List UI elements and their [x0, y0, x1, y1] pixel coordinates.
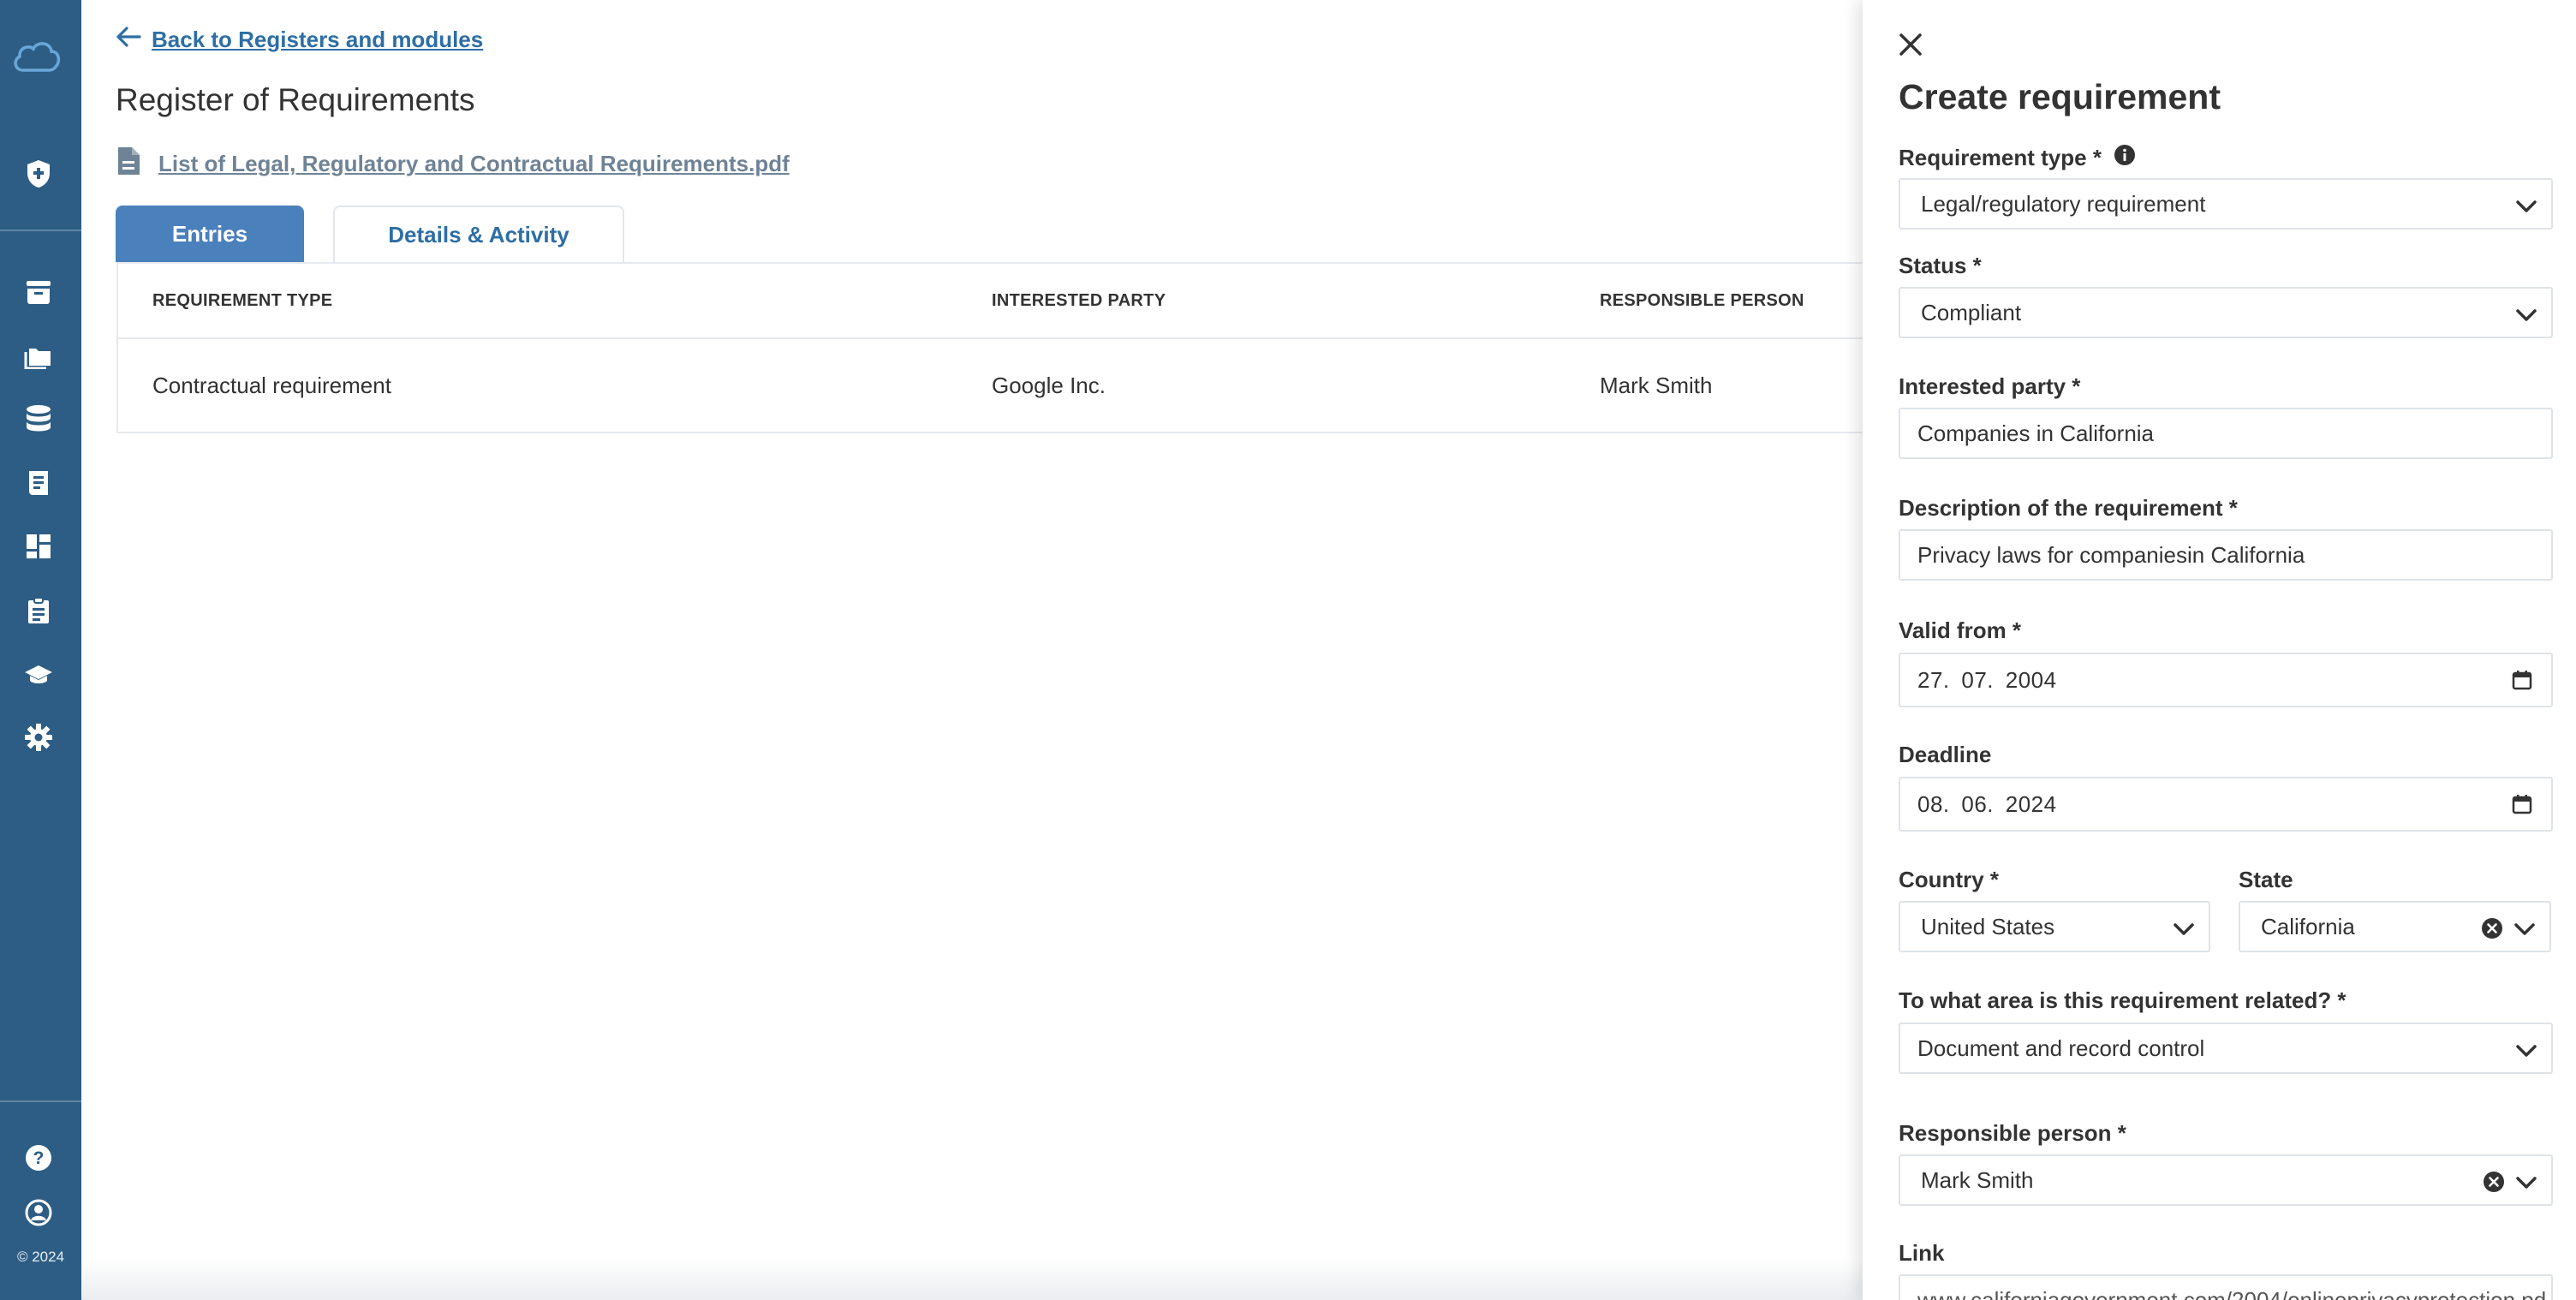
- interested-party-label: Interested party *: [1899, 373, 2081, 399]
- requirement-type-label: Requirement type *: [1899, 144, 2136, 172]
- sidebar-divider: [0, 1100, 81, 1102]
- back-link-label: Back to Registers and modules: [152, 27, 484, 52]
- calendar-icon[interactable]: [2512, 670, 2532, 690]
- clipboard-icon[interactable]: [21, 593, 57, 629]
- register-book-icon[interactable]: [21, 465, 57, 501]
- valid-from-label: Valid from *: [1899, 617, 2022, 643]
- country-value: United States: [1921, 913, 2055, 939]
- clear-icon[interactable]: [2481, 917, 2503, 939]
- chevron-down-icon: [2515, 1040, 2537, 1058]
- dashboard-icon[interactable]: [21, 528, 57, 564]
- tab-bar: Entries Details & Activity: [116, 206, 624, 262]
- area-select[interactable]: Document and record control: [1899, 1023, 2553, 1074]
- calendar-icon[interactable]: [2512, 794, 2532, 814]
- sidebar-divider: [0, 230, 81, 231]
- chevron-down-icon: [2515, 1172, 2537, 1190]
- requirement-type-select[interactable]: Legal/regulatory requirement: [1899, 178, 2553, 230]
- bottom-fade: [81, 1259, 1863, 1300]
- area-value: Document and record control: [1917, 1035, 2205, 1061]
- responsible-person-select[interactable]: Mark Smith: [1899, 1154, 2553, 1206]
- arrow-left-icon: [116, 26, 141, 54]
- chevron-down-icon: [2173, 918, 2195, 937]
- shield-icon[interactable]: [21, 156, 57, 192]
- svg-text:?: ?: [33, 1148, 45, 1168]
- back-link[interactable]: Back to Registers and modules: [116, 26, 483, 54]
- close-icon[interactable]: [1895, 29, 1926, 60]
- chevron-down-icon: [2515, 304, 2537, 323]
- folders-icon[interactable]: [21, 338, 57, 374]
- country-select[interactable]: United States: [1899, 901, 2210, 952]
- country-label: Country *: [1899, 867, 1999, 892]
- main-content: Back to Registers and modules Register o…: [81, 0, 1915, 1300]
- status-value: Compliant: [1921, 299, 2022, 325]
- help-icon[interactable]: ?: [21, 1140, 57, 1176]
- column-header-responsible-person[interactable]: RESPONSIBLE PERSON: [1600, 291, 1804, 311]
- state-value: California: [2261, 913, 2355, 939]
- document-icon: [116, 146, 141, 182]
- column-header-interested-party[interactable]: INTERESTED PARTY: [992, 291, 1166, 311]
- description-label: Description of the requirement *: [1899, 495, 2238, 521]
- responsible-person-value: Mark Smith: [1921, 1166, 2034, 1193]
- link-input[interactable]: www.californiagovernment.com/2004/online…: [1899, 1274, 2553, 1300]
- chevron-down-icon: [2515, 195, 2537, 214]
- state-select[interactable]: California: [2239, 901, 2551, 952]
- settings-gear-icon[interactable]: [21, 719, 57, 755]
- table-header: REQUIREMENT TYPE INTERESTED PARTY RESPON…: [118, 264, 1915, 339]
- entries-table: REQUIREMENT TYPE INTERESTED PARTY RESPON…: [116, 262, 1915, 433]
- panel-title: Create requirement: [1899, 77, 2221, 116]
- user-account-icon[interactable]: [21, 1195, 57, 1231]
- requirement-type-label-text: Requirement type *: [1899, 145, 2102, 170]
- state-label: State: [2239, 867, 2293, 892]
- copyright-text: © 2024: [16, 1249, 65, 1265]
- clear-icon[interactable]: [2483, 1171, 2505, 1193]
- interested-party-input[interactable]: Companies in California: [1899, 408, 2553, 459]
- responsible-person-label: Responsible person *: [1899, 1120, 2126, 1146]
- cloud-logo-icon[interactable]: [11, 36, 63, 79]
- sidebar: ? © 2024: [0, 0, 81, 1300]
- area-label: To what area is this requirement related…: [1899, 987, 2346, 1013]
- cell-interested-party: Google Inc.: [992, 372, 1106, 398]
- column-header-requirement-type[interactable]: REQUIREMENT TYPE: [152, 291, 332, 311]
- tab-details-activity[interactable]: Details & Activity: [333, 206, 624, 262]
- cell-requirement-type: Contractual requirement: [152, 372, 391, 398]
- status-label: Status *: [1899, 253, 1982, 278]
- cell-responsible-person: Mark Smith: [1600, 372, 1713, 398]
- deadline-date-input[interactable]: 08. 06. 2024: [1899, 777, 2553, 832]
- valid-from-date-input[interactable]: 27. 07. 2004: [1899, 653, 2553, 707]
- valid-from-value: 27. 07. 2004: [1917, 666, 2057, 693]
- requirement-type-value: Legal/regulatory requirement: [1921, 190, 2206, 217]
- info-icon[interactable]: [2114, 144, 2136, 172]
- archive-icon[interactable]: [21, 274, 57, 310]
- link-label: Link: [1899, 1240, 1945, 1266]
- create-requirement-panel: Create requirement Requirement type * Le…: [1863, 0, 2576, 1300]
- graduation-cap-icon[interactable]: [21, 657, 57, 693]
- attached-file-link[interactable]: List of Legal, Regulatory and Contractua…: [116, 146, 790, 182]
- tab-entries[interactable]: Entries: [116, 206, 304, 262]
- attached-file-name: List of Legal, Regulatory and Contractua…: [158, 151, 790, 176]
- description-input[interactable]: Privacy laws for companiesin California: [1899, 529, 2553, 581]
- deadline-value: 08. 06. 2024: [1917, 790, 2057, 817]
- chevron-down-icon: [2513, 918, 2536, 937]
- database-icon[interactable]: [21, 401, 57, 437]
- table-row[interactable]: Contractual requirement Google Inc. Mark…: [118, 339, 1915, 432]
- deadline-label: Deadline: [1899, 742, 1992, 767]
- status-select[interactable]: Compliant: [1899, 287, 2553, 338]
- page-title: Register of Requirements: [116, 82, 475, 117]
